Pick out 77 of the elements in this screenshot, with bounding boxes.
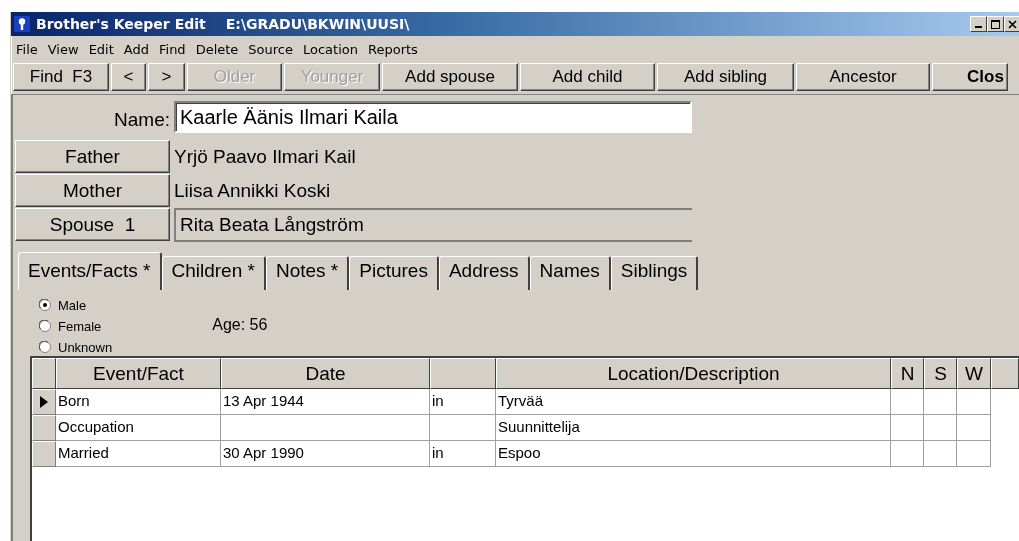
table-cell: Tyrvää	[496, 389, 891, 415]
column-header[interactable]: W	[957, 358, 991, 389]
tab[interactable]: Notes *	[265, 256, 350, 290]
menu-item[interactable]: Source	[243, 41, 298, 57]
relation-button[interactable]: Mother	[15, 174, 170, 207]
age-text: Age: 56	[212, 316, 268, 334]
toolbar-button[interactable]: Add spouse	[382, 63, 518, 91]
table-cell: 13 Apr 1944	[221, 389, 430, 415]
empty-cell	[891, 441, 924, 467]
empty-cell	[957, 389, 991, 415]
table-cell: Born	[56, 389, 221, 415]
table-cell: in	[430, 389, 496, 415]
relation-button[interactable]: Spouse 1	[15, 208, 170, 241]
tab[interactable]: Children *	[161, 256, 266, 290]
current-row-icon	[40, 396, 48, 408]
tab[interactable]: Events/Facts *	[18, 252, 162, 290]
row-header[interactable]	[32, 389, 56, 415]
tab[interactable]: Pictures	[349, 256, 439, 290]
table-cell: Occupation	[56, 415, 221, 441]
menu-item[interactable]: File	[11, 41, 43, 57]
column-header[interactable]: Location/Description	[496, 358, 891, 389]
radio-button[interactable]	[39, 299, 51, 311]
maximize-icon	[991, 19, 1000, 29]
relation-button[interactable]: Father	[15, 140, 170, 173]
field-label: Name:	[113, 109, 170, 131]
toolbar-button[interactable]: Add child	[520, 63, 655, 91]
menu-item[interactable]: View	[42, 41, 84, 57]
toolbar-button[interactable]: >	[148, 63, 185, 91]
relation-name: Liisa Annikki Koski	[174, 179, 332, 202]
file-path: E:\GRADU\BKWIN\UUSI\	[225, 16, 410, 32]
column-header[interactable]: S	[924, 358, 957, 389]
tab[interactable]: Address	[438, 256, 530, 290]
menu-item[interactable]: Add	[118, 41, 154, 57]
maximize-button[interactable]	[987, 16, 1004, 32]
column-header[interactable]	[430, 358, 496, 389]
table-cell: in	[430, 441, 496, 467]
empty-cell	[891, 415, 924, 441]
menu-item[interactable]: Find	[154, 41, 191, 57]
tab[interactable]: Names	[529, 256, 611, 290]
column-header[interactable]: Event/Fact	[56, 358, 221, 389]
radio-label: Female	[58, 318, 102, 334]
menu-item[interactable]: Reports	[363, 41, 423, 57]
minimize-button[interactable]	[970, 16, 987, 32]
relation-name: Yrjö Paavo Ilmari Kail	[174, 145, 357, 168]
menu-item[interactable]: Location	[298, 41, 363, 57]
toolbar-button[interactable]: Ancestor	[796, 63, 930, 91]
table-cell: Married	[56, 441, 221, 467]
table-cell: Espoo	[496, 441, 891, 467]
tab[interactable]: Siblings	[610, 256, 699, 290]
empty-cell	[924, 441, 957, 467]
table-cell: Suunnittelija	[496, 415, 891, 441]
close-icon	[1008, 19, 1017, 29]
column-header[interactable]: N	[891, 358, 924, 389]
empty-cell	[957, 441, 991, 467]
radio-button[interactable]	[39, 341, 51, 353]
relation-field: Rita Beata Långström	[174, 208, 692, 242]
close-button[interactable]	[1004, 16, 1019, 32]
name-field[interactable]: Kaarle Äänis Ilmari Kaila	[174, 101, 692, 133]
empty-cell	[924, 389, 957, 415]
toolbar-button[interactable]: Clos	[932, 63, 1008, 91]
empty-cell	[924, 415, 957, 441]
minimize-icon	[975, 26, 982, 28]
toolbar-button[interactable]: Add sibling	[657, 63, 794, 91]
toolbar-button[interactable]: <	[111, 63, 146, 91]
radio-button[interactable]	[39, 320, 51, 332]
window-title: Brother's Keeper Edit	[36, 16, 206, 32]
empty-cell	[957, 415, 991, 441]
radio-label: Male	[58, 297, 87, 313]
column-header[interactable]: Date	[221, 358, 430, 389]
menu-item[interactable]: Edit	[83, 41, 119, 57]
empty-cell	[430, 415, 496, 441]
menu-item[interactable]: Delete	[190, 41, 244, 57]
app-icon	[14, 16, 30, 32]
empty-cell	[891, 389, 924, 415]
toolbar-button[interactable]: Find F3	[13, 63, 109, 91]
radio-label: Unknown	[58, 339, 113, 355]
table-cell: 30 Apr 1990	[221, 441, 430, 467]
